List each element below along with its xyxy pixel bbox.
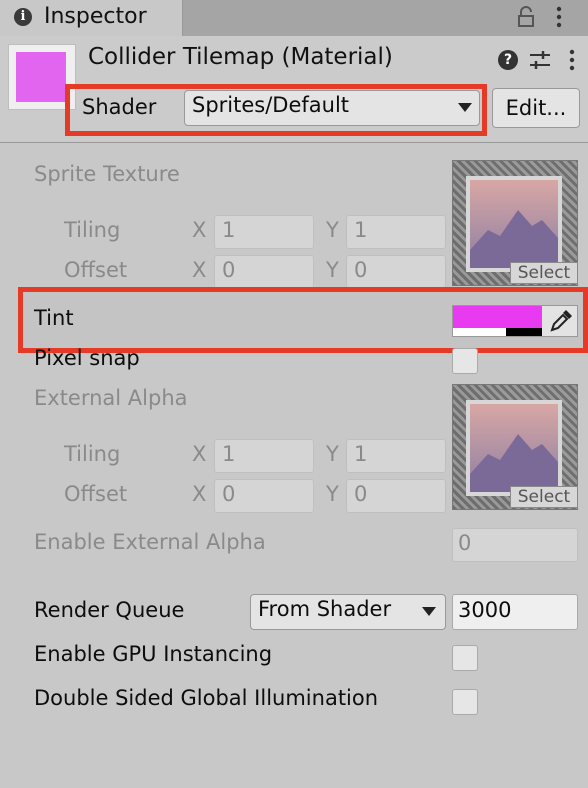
enable-external-alpha-label: Enable External Alpha xyxy=(34,530,266,554)
offset-x-value: 0 xyxy=(222,258,236,282)
y-label: Y xyxy=(326,258,339,282)
gpu-instancing-checkbox[interactable] xyxy=(452,645,478,671)
tiling-x-value: 1 xyxy=(222,442,236,466)
y-label: Y xyxy=(326,218,339,242)
edit-shader-button[interactable]: Edit... xyxy=(492,88,580,128)
texture-thumbnail xyxy=(466,400,562,496)
kebab-menu-icon[interactable] xyxy=(552,4,566,30)
render-queue-mode: From Shader xyxy=(258,597,392,621)
offset-x-value: 0 xyxy=(222,482,236,506)
tint-highlight-box xyxy=(18,287,588,353)
x-label: X xyxy=(192,482,207,506)
material-title: Collider Tilemap (Material) xyxy=(88,44,393,70)
offset-label: Offset xyxy=(64,258,128,282)
tiling-y-value: 1 xyxy=(354,442,368,466)
x-label: X xyxy=(192,258,207,282)
lock-icon[interactable] xyxy=(516,6,536,28)
chevron-down-icon xyxy=(422,607,436,616)
help-icon[interactable]: ? xyxy=(498,50,518,70)
tiling-y-value: 1 xyxy=(354,218,368,242)
mountain-thumbnail-icon xyxy=(470,180,558,268)
mountain-thumbnail-icon xyxy=(470,404,558,492)
texture-select-button[interactable]: Select xyxy=(510,486,578,508)
x-label: X xyxy=(192,218,207,242)
external-alpha-label: External Alpha xyxy=(34,386,188,410)
texture-select-button[interactable]: Select xyxy=(510,262,578,284)
material-swatch xyxy=(16,52,66,102)
kebab-menu-icon[interactable] xyxy=(566,47,578,73)
tiling-label: Tiling xyxy=(64,218,121,242)
offset-label: Offset xyxy=(64,482,128,506)
offset-y-value: 0 xyxy=(354,258,368,282)
pixel-snap-label: Pixel snap xyxy=(34,346,140,370)
shader-highlight-box xyxy=(65,84,487,136)
double-sided-gi-checkbox[interactable] xyxy=(452,689,478,715)
offset-y-value: 0 xyxy=(354,482,368,506)
texture-thumbnail xyxy=(466,176,562,272)
double-sided-gi-label: Double Sided Global Illumination xyxy=(34,686,379,710)
gpu-instancing-label: Enable GPU Instancing xyxy=(34,642,273,666)
preset-sliders-icon[interactable] xyxy=(528,48,552,72)
tiling-x-value: 1 xyxy=(222,218,236,242)
info-icon: i xyxy=(14,8,32,26)
y-label: Y xyxy=(326,442,339,466)
x-label: X xyxy=(192,442,207,466)
render-queue-label: Render Queue xyxy=(34,598,185,622)
y-label: Y xyxy=(326,482,339,506)
sprite-texture-label: Sprite Texture xyxy=(34,162,180,186)
tiling-label: Tiling xyxy=(64,442,121,466)
enable-external-alpha-value: 0 xyxy=(458,531,472,555)
pixel-snap-checkbox[interactable] xyxy=(452,348,478,374)
tab-label: Inspector xyxy=(44,4,147,29)
render-queue-value: 3000 xyxy=(458,598,512,622)
